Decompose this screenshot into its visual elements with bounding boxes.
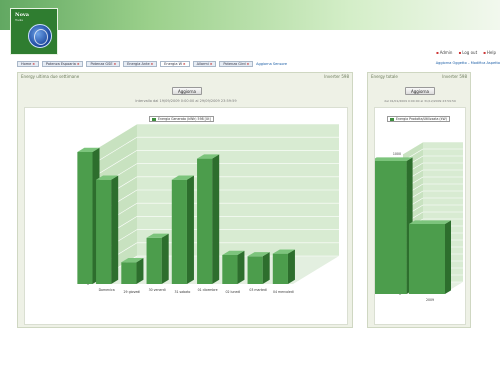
bar-0-side — [445, 220, 451, 294]
tab-6[interactable]: Potenza Gird ✖ — [219, 61, 254, 67]
panel-title: Energy totale — [371, 74, 398, 79]
chart-subtitle: dal 01/01/2009 0:00:00 al 31/12/2009 23:… — [384, 99, 456, 103]
chart-frame: Energia Prodotta/Utilizzata (kW) 0501001… — [374, 107, 466, 325]
close-icon[interactable]: ✖ — [151, 62, 154, 66]
bar-extra — [375, 161, 407, 294]
header-band — [0, 0, 500, 30]
close-icon[interactable]: ✖ — [77, 62, 80, 66]
bar-2 — [146, 237, 162, 284]
x-tick-label: Domenica — [99, 288, 115, 292]
panel-right: Inverter 598 — [324, 74, 349, 79]
x-tick-label: 31 sabato — [174, 290, 190, 294]
refresh-sensor-link[interactable]: Aggiorna Sensore — [256, 62, 287, 66]
x-tick-label: 02 lunedì — [225, 290, 240, 294]
tab-2[interactable]: Potenza GSE ✖ — [86, 61, 121, 67]
energy-total-panel: Energy totale Inverter 598 Aggiorna dal … — [367, 72, 471, 328]
bar-chart: 0501001502002503003504004505005506006507… — [375, 141, 463, 302]
refresh-button[interactable]: Aggiorna — [405, 87, 435, 95]
globe-icon — [28, 24, 52, 48]
bar-extra — [77, 152, 93, 284]
tab-3[interactable]: Energia Ante ✖ — [123, 61, 158, 67]
admin-link[interactable]: Admin — [436, 50, 453, 55]
panel-title: Energy ultima due settimane — [21, 74, 80, 79]
tab-label: Potenza Gird — [223, 62, 246, 66]
bar-1-side — [136, 258, 144, 284]
help-link[interactable]: Help — [483, 50, 496, 55]
tab-label: Energia Ante — [127, 62, 150, 66]
tab-0[interactable]: Home ✖ — [17, 61, 39, 67]
logout-link[interactable]: Log out — [458, 50, 477, 55]
tab-label: Home — [21, 62, 32, 66]
bar-extra-top — [375, 157, 413, 161]
tab-5[interactable]: Allarmi ✖ — [192, 61, 217, 67]
x-tick-label: 2009 — [426, 298, 434, 302]
x-tick-label: 01 dicembre — [198, 288, 218, 292]
top-links: Admin Log out Help — [436, 50, 496, 55]
bar-5 — [222, 254, 238, 284]
bar-chart: 0200400600800100012001400160018002000Dom… — [77, 123, 339, 294]
bar-3 — [171, 179, 187, 284]
tab-label: Energia W — [164, 62, 183, 66]
tab-label: Potenza GSE — [90, 62, 113, 66]
close-icon[interactable]: ✖ — [114, 62, 117, 66]
bar-7-side — [287, 249, 295, 284]
close-icon[interactable]: ✖ — [32, 62, 35, 66]
bar-6 — [247, 256, 263, 284]
tab-label: Potenza Espoaria — [45, 62, 76, 66]
bar-0 — [96, 179, 112, 284]
chart-frame: Energia Generata (kWh) 598 [Ut] 02004006… — [24, 107, 348, 325]
x-tick-label: 03 martedì — [249, 288, 267, 292]
bar-1 — [121, 262, 137, 284]
chart-subtitle: Intervallo dal 19/09/2009 0:00:00 al 29/… — [135, 99, 237, 103]
bar-0-top — [409, 220, 451, 224]
app-logo[interactable]: Nova Tools — [10, 8, 58, 55]
bar-5-side — [237, 250, 245, 284]
refresh-button[interactable]: Aggiorna — [172, 87, 202, 95]
bar-4 — [197, 158, 213, 284]
bar-7 — [272, 253, 288, 284]
tab-4[interactable]: Energia W ✖ — [160, 61, 190, 67]
bar-4-side — [212, 154, 220, 284]
panel-right: Inverter 598 — [442, 74, 467, 79]
bar-0 — [409, 224, 445, 294]
x-tick-label: 29 giovedì — [124, 290, 141, 294]
close-icon[interactable]: ✖ — [210, 62, 213, 66]
modify-link[interactable]: Aggiorna Oggetto – Modifica Aspetto — [436, 61, 500, 65]
bar-3-side — [186, 175, 194, 284]
bar-0-side — [111, 175, 119, 284]
close-icon[interactable]: ✖ — [247, 62, 250, 66]
tab-label: Allarmi — [196, 62, 209, 66]
logo-text: Nova Tools — [15, 12, 30, 22]
bar-2-side — [161, 233, 169, 284]
tab-bar: Home ✖ Potenza Espoaria ✖ Potenza GSE ✖ Energi… — [17, 60, 500, 68]
y-tick-label: 1000 — [393, 152, 401, 156]
bar-6-side — [262, 252, 270, 284]
energy-weeks-panel: Energy ultima due settimane Inverter 598… — [17, 72, 353, 328]
x-tick-label: 04 mercoledì — [273, 290, 294, 294]
x-tick-label: 30 venerdì — [149, 288, 166, 292]
tab-1[interactable]: Potenza Espoaria ✖ — [41, 61, 84, 67]
close-icon[interactable]: ✖ — [183, 62, 186, 66]
